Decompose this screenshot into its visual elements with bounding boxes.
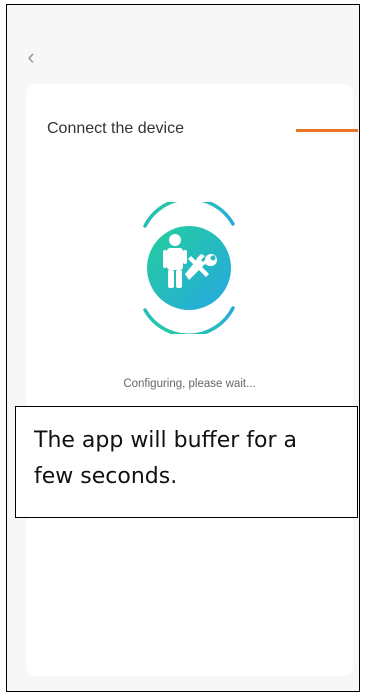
loader-circle (147, 226, 231, 310)
orange-pointer-line (296, 129, 358, 132)
configuring-loader-illustration (143, 202, 235, 334)
loader-top-arc (143, 202, 235, 228)
card-title: Connect the device (47, 120, 184, 137)
back-glyph: ‹ (27, 44, 35, 69)
configuring-status-text: Configuring, please wait... (123, 378, 256, 390)
loader-bottom-arc (143, 306, 235, 334)
connect-device-card: Connect the device Configuring, please w… (26, 84, 353, 676)
back-chevron-icon[interactable]: ‹ (21, 43, 41, 71)
annotation-callout-box: The app will buffer for a few seconds. (15, 406, 358, 518)
phone-screen-frame: ‹ Connect the device Configuring, please… (6, 4, 360, 692)
